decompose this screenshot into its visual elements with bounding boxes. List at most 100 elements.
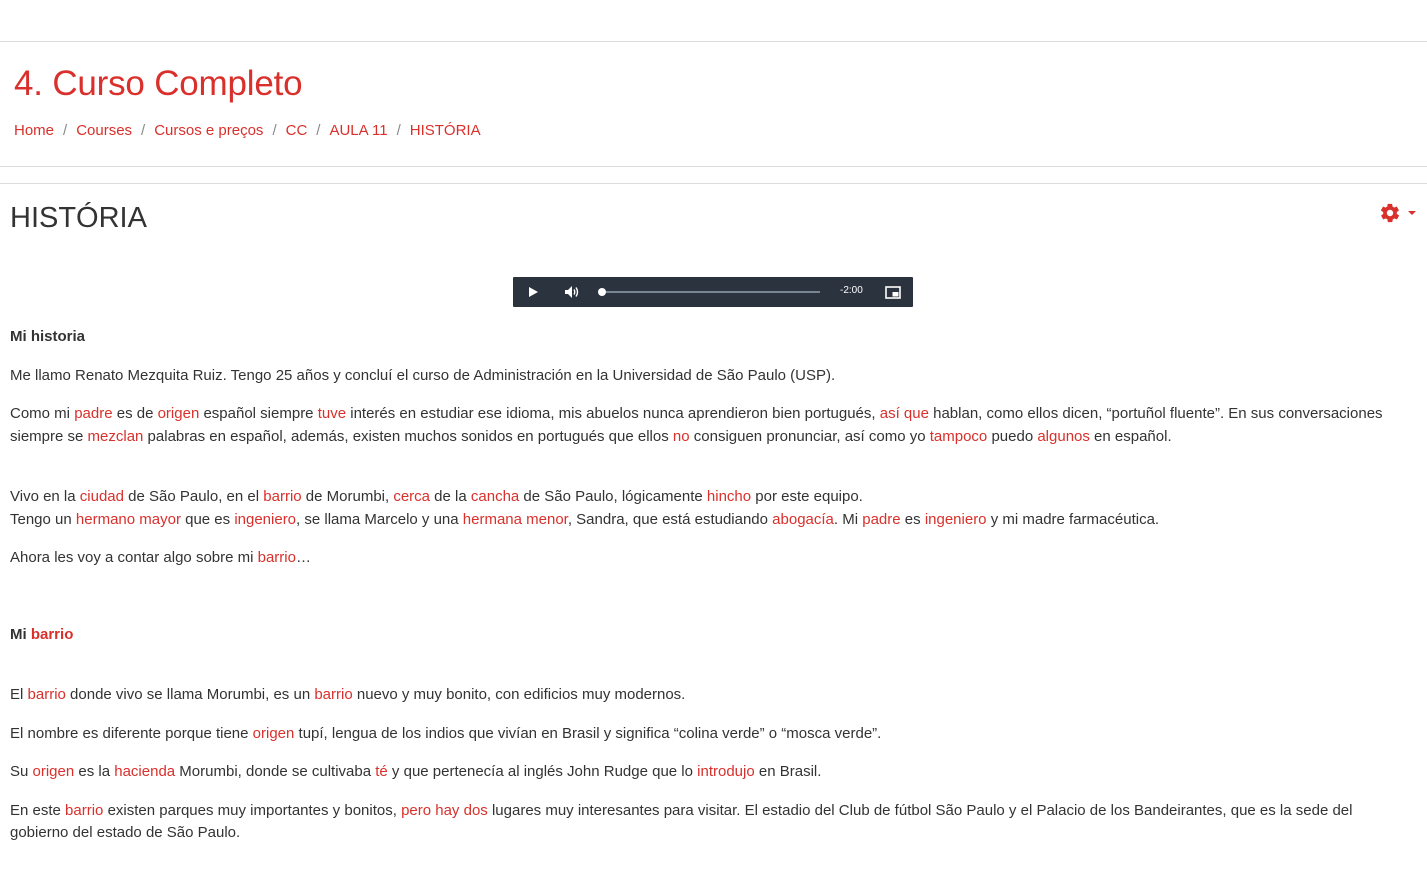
paragraph: En este barrio existen parques muy impor…	[10, 800, 1415, 845]
vocabulary-link[interactable]: mezclan	[88, 428, 144, 445]
vocabulary-link[interactable]: hincho	[707, 488, 751, 505]
paragraph: El nombre es diferente porque tiene orig…	[10, 723, 1415, 746]
play-button[interactable]	[521, 277, 545, 307]
vocabulary-link[interactable]: cancha	[471, 488, 519, 505]
vocabulary-link[interactable]: hermano mayor	[76, 511, 181, 528]
picture-in-picture-icon	[885, 285, 901, 299]
breadcrumb-separator: /	[141, 122, 146, 139]
volume-icon	[565, 286, 579, 298]
text-segment: tupí, lengua de los indios que vivían en…	[294, 724, 882, 742]
caret-down-icon	[1408, 211, 1416, 215]
vocabulary-link[interactable]: origen	[158, 405, 200, 422]
breadcrumb-item[interactable]: AULA 11	[329, 122, 387, 139]
paragraph: Ahora les voy a contar algo sobre mi bar…	[10, 547, 1415, 570]
vocabulary-link[interactable]: así que	[880, 405, 929, 422]
top-navbar	[0, 0, 1427, 42]
play-icon	[529, 287, 538, 297]
breadcrumb-item[interactable]: CC	[286, 122, 308, 139]
breadcrumb: Home / Courses / Cursos e preços / CC / AULA 11 /…	[14, 122, 481, 139]
vocabulary-link[interactable]: barrio	[263, 488, 301, 505]
vocabulary-link[interactable]: barrio	[314, 686, 352, 703]
vocabulary-link[interactable]: no	[673, 428, 690, 445]
breadcrumb-item[interactable]: Courses	[76, 122, 132, 139]
progress-handle[interactable]	[598, 288, 606, 296]
vocabulary-link[interactable]: tampoco	[930, 428, 988, 445]
text-segment: nuevo y muy bonito, con edificios muy mo…	[352, 686, 686, 703]
text-segment: donde vivo se llama Morumbi, es un	[65, 686, 315, 703]
vocabulary-link[interactable]: barrio	[31, 626, 74, 643]
text-segment: español siempre	[199, 405, 318, 422]
breadcrumb-item[interactable]: Cursos e preços	[154, 122, 263, 139]
text-segment: Mi	[10, 625, 31, 643]
text-segment: existen parques muy importantes y bonito…	[103, 801, 402, 819]
text-segment: por este equipo.	[751, 488, 863, 505]
text-segment: El	[10, 686, 28, 703]
vocabulary-link[interactable]: barrio	[258, 549, 296, 566]
course-title: 4. Curso Completo	[14, 64, 303, 103]
vocabulary-link[interactable]: pero hay dos	[401, 802, 488, 819]
breadcrumb-separator: /	[63, 122, 68, 139]
vocabulary-link[interactable]: té	[375, 763, 388, 780]
page-header: 4. Curso Completo Home / Courses / Cursos e …	[0, 42, 1427, 167]
text-segment: . Mi	[833, 510, 863, 528]
vocabulary-link[interactable]: ingeniero	[925, 511, 987, 528]
text-segment: de São Paulo, en el	[123, 488, 264, 505]
breadcrumb-separator: /	[272, 122, 277, 139]
settings-menu-button[interactable]	[1379, 201, 1419, 225]
section-heading: Mi barrio	[10, 624, 1415, 647]
vocabulary-link[interactable]: tuve	[318, 405, 346, 422]
text-segment: En este	[10, 801, 66, 819]
vocabulary-link[interactable]: abogacía	[772, 511, 834, 528]
text-segment: , se llama Marcelo y una	[296, 510, 463, 528]
paragraph: Su origen es la hacienda Morumbi, donde …	[10, 761, 1415, 784]
text-segment: El nombre es diferente porque tiene	[10, 724, 253, 742]
text-segment: de Morumbi,	[301, 488, 394, 505]
volume-button[interactable]	[560, 277, 584, 307]
paragraph: Vivo en la ciudad de São Paulo, en el ba…	[10, 486, 1415, 509]
text-segment: consiguen pronunciar, así como yo	[689, 427, 930, 445]
text-segment: que es	[180, 510, 235, 528]
vocabulary-link[interactable]: padre	[862, 511, 900, 528]
text-segment: y mi madre farmacéutica.	[986, 510, 1160, 528]
vocabulary-link[interactable]: hacienda	[114, 763, 175, 780]
vocabulary-link[interactable]: cerca	[393, 488, 430, 505]
breadcrumb-item[interactable]: HISTÓRIA	[410, 122, 481, 139]
text-segment: Tengo un	[10, 510, 76, 528]
breadcrumb-separator: /	[316, 122, 321, 139]
paragraph: Como mi padre es de origen español siemp…	[10, 403, 1415, 448]
vocabulary-link[interactable]: barrio	[65, 802, 103, 819]
gear-icon	[1380, 203, 1400, 223]
text-segment: es la	[74, 763, 115, 780]
main-content: HISTÓRIA -2:00 Mi historia Me llamo Rena…	[0, 183, 1427, 874]
breadcrumb-item[interactable]: Home	[14, 122, 54, 139]
paragraph: El barrio donde vivo se llama Morumbi, e…	[10, 684, 1415, 707]
vocabulary-link[interactable]: padre	[74, 405, 112, 422]
text-segment: Morumbi, donde se cultivaba	[175, 763, 376, 780]
time-remaining: -2:00	[840, 285, 863, 296]
text-segment: palabras en español, además, existen muc…	[143, 427, 673, 445]
text-segment: y que pertenecía al inglés John Rudge qu…	[387, 763, 698, 780]
text-segment: es de	[112, 405, 158, 422]
text-segment: puedo	[987, 427, 1038, 445]
vocabulary-link[interactable]: algunos	[1037, 428, 1090, 445]
text-segment: Ahora les voy a contar algo sobre mi	[10, 549, 258, 566]
text-segment: en español.	[1089, 427, 1172, 445]
paragraph: Tengo un hermano mayor que es ingeniero,…	[10, 509, 1415, 532]
breadcrumb-separator: /	[396, 122, 401, 139]
vocabulary-link[interactable]: ingeniero	[234, 511, 296, 528]
text-segment: interés en estudiar ese idioma, mis abue…	[346, 405, 880, 422]
paragraph: Me llamo Renato Mezquita Ruiz. Tengo 25 …	[10, 366, 836, 384]
text-segment: en Brasil.	[754, 763, 822, 780]
text-segment: Como mi	[10, 405, 75, 422]
vocabulary-link[interactable]: origen	[253, 725, 295, 742]
progress-bar[interactable]	[598, 288, 820, 296]
text-segment: de São Paulo, lógicamente	[519, 488, 707, 505]
vocabulary-link[interactable]: origen	[33, 763, 75, 780]
text-segment: …	[295, 549, 311, 566]
vocabulary-link[interactable]: ciudad	[80, 488, 124, 505]
vocabulary-link[interactable]: barrio	[28, 686, 66, 703]
vocabulary-link[interactable]: hermana menor	[463, 511, 568, 528]
picture-in-picture-button[interactable]	[881, 277, 905, 307]
vocabulary-link[interactable]: introdujo	[697, 763, 755, 780]
audio-player: -2:00	[513, 277, 913, 307]
